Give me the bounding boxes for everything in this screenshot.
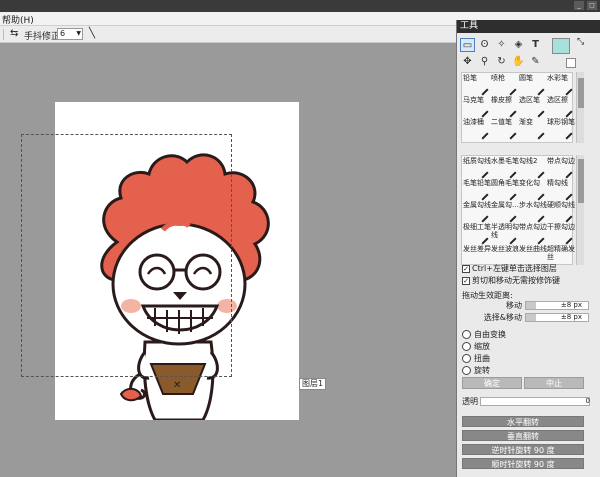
slider-knob[interactable] <box>526 302 536 309</box>
brush-item[interactable]: 水墨毛笔 <box>491 157 519 179</box>
brush-item[interactable]: 变化勾 <box>519 179 547 201</box>
stabilizer-value: 6 <box>60 29 66 38</box>
brush-item[interactable]: 勾线2 <box>519 157 547 179</box>
brush-item[interactable]: 发丝波浪 <box>491 245 519 264</box>
minimize-button[interactable]: _ <box>574 1 584 10</box>
brush-item[interactable]: 干擦勾边 <box>547 223 575 245</box>
brush-item[interactable]: 发丝曲线 <box>519 245 547 264</box>
cut-move-no-modifier-option[interactable]: ✓ 剪切和移动无需按修饰键 <box>462 275 598 286</box>
select-move-label: 选择&移动 <box>483 313 522 322</box>
lasso-tool-icon[interactable]: ʘ <box>477 38 492 52</box>
opacity-slider[interactable] <box>480 397 590 406</box>
radio-rotate[interactable]: 旋转 <box>462 365 490 376</box>
brush-bucket[interactable]: 油漆桶 <box>463 118 491 140</box>
panel-title: 工具 <box>457 20 600 33</box>
hand-tool-icon[interactable]: ✋ <box>511 55 526 69</box>
brush-watercolor[interactable]: 水彩笔 <box>547 74 575 96</box>
move-distance-row: 移动 ±8 px <box>462 300 598 311</box>
brush-pencil[interactable]: 铅笔 <box>463 74 491 96</box>
radio-free-transform[interactable]: 自由变换 <box>462 329 506 340</box>
stabilizer-select[interactable]: 6 ▼ <box>57 28 83 40</box>
stabilizer-label: 手抖修正 <box>24 32 61 42</box>
brush-item[interactable]: 毛笔铅笔 <box>463 179 491 201</box>
brush-round[interactable]: 圆笔 <box>519 74 547 96</box>
slider-knob[interactable] <box>526 314 536 321</box>
brush-item[interactable]: 发丝差异 <box>463 245 491 264</box>
move-distance-value: ±8 px <box>560 301 582 309</box>
rotate-cw-button[interactable]: 顺时针旋转 90 度 <box>462 458 584 469</box>
swap-colors-icon[interactable]: ⤡ <box>577 37 584 47</box>
select-move-distance-value: ±8 px <box>560 313 582 321</box>
ok-button[interactable]: 确定 <box>462 377 522 389</box>
scrollbar-thumb[interactable] <box>578 159 584 203</box>
chevron-down-icon: ▼ <box>76 30 81 37</box>
brush-select-erase[interactable]: 选区擦 <box>547 96 575 118</box>
primary-color-swatch[interactable] <box>552 38 570 54</box>
brush-grid-top: 铅笔 喷枪 圆笔 水彩笔 马克笔 橡皮擦 选区笔 选区擦 油漆桶 二值笔 渐变 … <box>461 72 575 143</box>
brush-item[interactable]: 硬顺勾线 <box>547 201 575 223</box>
magic-wand-icon[interactable]: ✧ <box>494 38 509 52</box>
flip-horizontal-button[interactable]: 水平翻转 <box>462 416 584 427</box>
move-tool-icon[interactable]: ✥ <box>460 55 475 69</box>
brush-item[interactable]: 超精确发丝 <box>547 245 575 264</box>
brush-item[interactable]: 步水勾线 <box>519 201 547 223</box>
rotate-ccw-button[interactable]: 逆时针旋转 90 度 <box>462 444 584 455</box>
radio-icon[interactable] <box>462 342 471 351</box>
opacity-row: 透明 0 <box>462 396 592 407</box>
svg-text:✕: ✕ <box>173 380 181 391</box>
line-tool-icon[interactable]: ╲ <box>89 28 95 40</box>
brush-airbrush[interactable]: 喷枪 <box>491 74 519 96</box>
rect-select-tool-icon[interactable]: ▭ <box>460 38 475 52</box>
brush-gradient[interactable]: 渐变 <box>519 118 547 140</box>
flip-vertical-button[interactable]: 垂直翻转 <box>462 430 584 441</box>
eyedropper-icon[interactable]: ✎ <box>528 55 543 69</box>
brush-item[interactable]: 金属勾线 <box>463 201 491 223</box>
rotate-tool-icon[interactable]: ↻ <box>494 55 509 69</box>
radio-distort[interactable]: 扭曲 <box>462 353 490 364</box>
brush-grid-top-scrollbar[interactable] <box>576 72 584 143</box>
radio-icon[interactable] <box>462 366 471 375</box>
ctrl-click-select-layer-option[interactable]: ✓ Ctrl+左键单击选择图层 <box>462 263 598 274</box>
tool-options-bar: ⇆ 手抖修正 6 ▼ ╲ <box>0 26 456 43</box>
brush-grid-bottom: 纸质勾线 水墨毛笔 勾线2 带点勾边 毛笔铅笔 圆角毛笔 变化勾 精勾线 金属勾… <box>461 155 575 265</box>
brush-item[interactable]: 极细工笔 <box>463 223 491 245</box>
selection-marquee[interactable] <box>21 134 232 377</box>
radio-scale[interactable]: 缩放 <box>462 341 490 352</box>
scrollbar-thumb[interactable] <box>578 78 584 108</box>
checkbox-checked-icon[interactable]: ✓ <box>462 276 470 285</box>
radio-icon[interactable] <box>462 330 471 339</box>
brush-binary[interactable]: 二值笔 <box>491 118 519 140</box>
move-label: 移动 <box>506 301 522 310</box>
brush-item[interactable]: 精勾线 <box>547 179 575 201</box>
brush-item[interactable]: 圆角毛笔 <box>491 179 519 201</box>
brush-grid-bottom-scrollbar[interactable] <box>576 155 584 265</box>
opacity-label: 透明 <box>462 397 478 406</box>
canvas-area[interactable]: ✕ 图层1 <box>0 44 456 477</box>
secondary-color-swatch[interactable] <box>566 58 576 68</box>
select-move-distance-row: 选择&移动 ±8 px <box>462 312 598 323</box>
brush-item[interactable]: 半透明勾线 <box>491 223 519 245</box>
checkbox-checked-icon[interactable]: ✓ <box>462 264 470 273</box>
brush-sphere-pen[interactable]: 球形钢笔 <box>547 118 575 140</box>
brush-marker[interactable]: 马克笔 <box>463 96 491 118</box>
brush-item[interactable]: 金属勾… <box>491 201 519 223</box>
brush-select-pen[interactable]: 选区笔 <box>519 96 547 118</box>
radio-icon[interactable] <box>462 354 471 363</box>
window-titlebar: _ ◻ <box>0 0 600 12</box>
zoom-tool-icon[interactable]: ⚲ <box>477 55 492 69</box>
text-tool-icon[interactable]: T <box>528 38 543 52</box>
cancel-button[interactable]: 中止 <box>524 377 584 389</box>
brush-item[interactable]: 带点勾边 <box>519 223 547 245</box>
swap-arrows-icon[interactable]: ⇆ <box>10 28 18 40</box>
toolbar-separator <box>3 29 4 40</box>
brush-item[interactable]: 纸质勾线 <box>463 157 491 179</box>
brush-eraser[interactable]: 橡皮擦 <box>491 96 519 118</box>
tool-panel: 工具 ▭ ʘ ✧ ◈ T ⤡ ✥ ⚲ ↻ ✋ ✎ 铅笔 喷枪 圆笔 水彩笔 马克… <box>456 20 600 477</box>
layer-name-tag: 图层1 <box>299 378 327 390</box>
opacity-value: 0 <box>585 397 590 405</box>
color-pick-select-icon[interactable]: ◈ <box>511 38 526 52</box>
brush-item[interactable]: 带点勾边 <box>547 157 575 179</box>
menu-help[interactable]: 帮助(H) <box>0 13 36 26</box>
restore-button[interactable]: ◻ <box>587 1 597 10</box>
